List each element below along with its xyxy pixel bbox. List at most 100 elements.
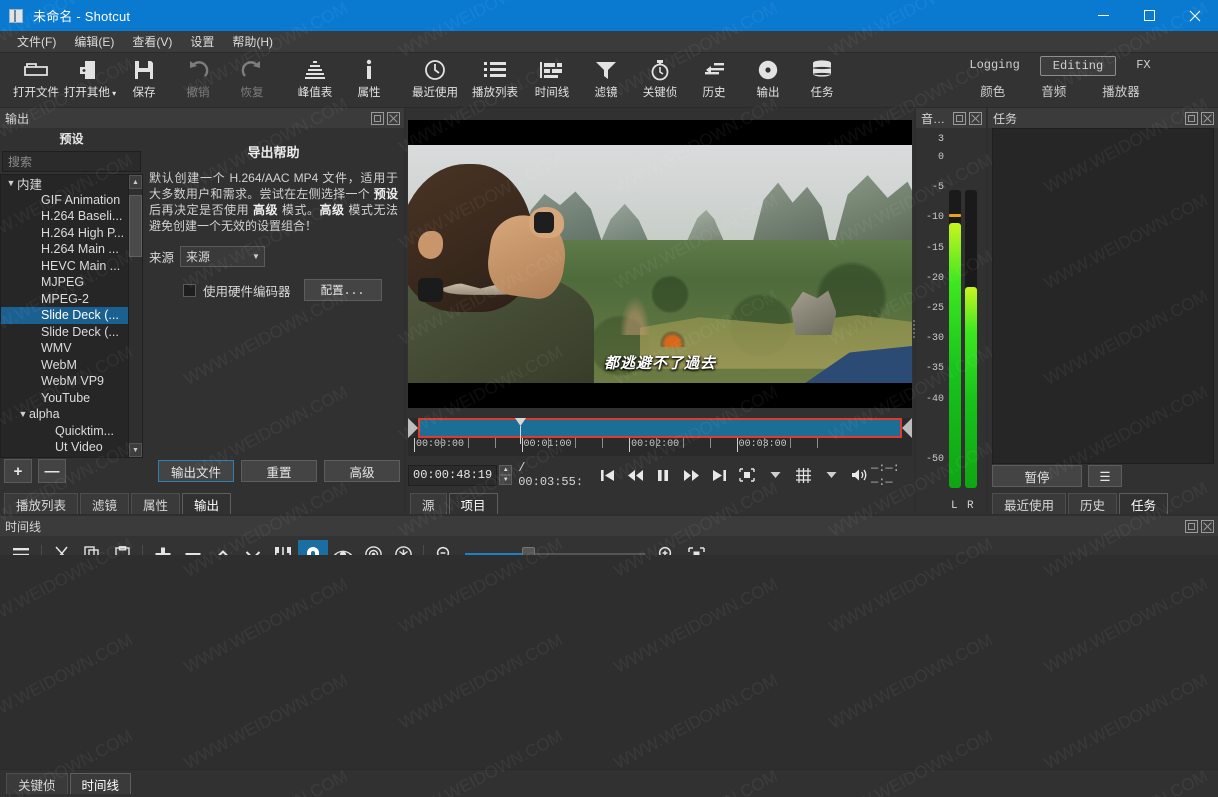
tab-export[interactable]: 输出: [182, 493, 231, 514]
float-icon[interactable]: [1185, 112, 1198, 125]
layout-fx[interactable]: FX: [1124, 56, 1162, 76]
toolbar-recent[interactable]: 最近使用: [405, 53, 465, 106]
chevron-down-icon[interactable]: ▼: [5, 178, 17, 188]
configure-button[interactable]: 配置...: [304, 279, 382, 301]
grid-button[interactable]: [791, 464, 815, 486]
skip-next-button[interactable]: [707, 464, 731, 486]
source-select[interactable]: 来源 ▼: [180, 246, 265, 267]
preset-item[interactable]: ▼alpha: [1, 406, 128, 423]
jobs-list[interactable]: [992, 128, 1214, 464]
position-stepper[interactable]: ▲▼: [499, 465, 512, 486]
preset-item[interactable]: WMV: [1, 340, 128, 357]
toolbar-redo[interactable]: 恢复: [225, 53, 279, 106]
jobs-stop-button[interactable]: 暂停: [992, 465, 1082, 487]
hardware-encoder-checkbox[interactable]: [183, 284, 196, 297]
close-icon[interactable]: [387, 112, 400, 125]
tab-filters[interactable]: 滤镜: [80, 493, 129, 514]
preset-item[interactable]: Quicktim...: [1, 423, 128, 440]
current-position-field[interactable]: 00:00:48:19: [408, 465, 497, 486]
menu-edit[interactable]: 编辑(E): [65, 31, 123, 52]
preset-item[interactable]: ▼内建: [1, 175, 128, 192]
chevron-down-icon[interactable]: ▼: [17, 409, 29, 419]
layout-color[interactable]: 颜色: [966, 80, 1019, 101]
status-tab-timeline[interactable]: 时间线: [70, 773, 132, 794]
tab-project[interactable]: 项目: [449, 493, 498, 514]
preset-item[interactable]: MJPEG: [1, 274, 128, 291]
preset-scrollbar[interactable]: ▲ ▼: [128, 175, 142, 457]
pause-button[interactable]: [651, 464, 675, 486]
menu-view[interactable]: 查看(V): [123, 31, 181, 52]
toolbar-filters[interactable]: 滤镜: [579, 53, 633, 106]
skip-previous-button[interactable]: [595, 464, 619, 486]
scroll-down-icon[interactable]: ▼: [129, 443, 142, 457]
close-button[interactable]: [1172, 0, 1218, 31]
toolbar-undo[interactable]: 撤销: [171, 53, 225, 106]
toolbar-history[interactable]: 历史: [687, 53, 741, 106]
preset-item[interactable]: Slide Deck (...: [1, 307, 128, 324]
preset-item[interactable]: WebM VP9: [1, 373, 128, 390]
toolbar-save[interactable]: 保存: [117, 53, 171, 106]
close-icon[interactable]: [1201, 520, 1214, 533]
maximize-button[interactable]: [1126, 0, 1172, 31]
grid-menu-button[interactable]: [819, 464, 843, 486]
search-input[interactable]: 搜索: [2, 151, 141, 172]
scrollbar-thumb[interactable]: [129, 195, 142, 257]
preset-item[interactable]: YouTube: [1, 390, 128, 407]
float-icon[interactable]: [371, 112, 384, 125]
toolbar-open-other[interactable]: 打开其他 ▾: [63, 53, 117, 106]
status-tab-keyframes[interactable]: 关键侦: [6, 773, 68, 794]
preset-item[interactable]: H.264 Main ...: [1, 241, 128, 258]
fast-forward-button[interactable]: [679, 464, 703, 486]
preset-item[interactable]: Slide Deck (...: [1, 324, 128, 341]
toolbar-timeline[interactable]: 时间线: [525, 53, 579, 106]
float-icon[interactable]: [953, 112, 966, 125]
tab-jobs[interactable]: 任务: [1119, 493, 1168, 514]
advanced-button[interactable]: 高级: [324, 460, 400, 482]
player-scrub-bar[interactable]: 00:00:0000:01:0000:02:0000:03:00: [408, 418, 912, 456]
preset-item[interactable]: GIF Animation: [1, 192, 128, 209]
timeline-tracks-area[interactable]: [0, 555, 1218, 769]
scrub-selection[interactable]: [418, 418, 902, 438]
preset-tree[interactable]: ▼内建GIF AnimationH.264 Baseli...H.264 Hig…: [1, 175, 128, 457]
layout-logging[interactable]: Logging: [957, 56, 1031, 76]
zoom-menu-button[interactable]: [763, 464, 787, 486]
preset-item[interactable]: WebM: [1, 357, 128, 374]
jobs-menu-button[interactable]: ☰: [1088, 465, 1122, 487]
volume-button[interactable]: [847, 464, 871, 486]
trim-in-handle[interactable]: [408, 418, 418, 438]
toolbar-playlist[interactable]: 播放列表: [465, 53, 525, 106]
preset-item[interactable]: HEVC Main ...: [1, 258, 128, 275]
preset-item[interactable]: H.264 Baseli...: [1, 208, 128, 225]
zoom-level-button[interactable]: [735, 464, 759, 486]
scroll-up-icon[interactable]: ▲: [129, 175, 142, 189]
preset-item[interactable]: MPEG-2: [1, 291, 128, 308]
layout-editing[interactable]: Editing: [1040, 56, 1116, 76]
tab-source[interactable]: 源: [410, 493, 447, 514]
tab-playlist[interactable]: 播放列表: [4, 493, 78, 514]
layout-player[interactable]: 播放器: [1088, 80, 1154, 101]
rewind-button[interactable]: [623, 464, 647, 486]
close-icon[interactable]: [969, 112, 982, 125]
toolbar-export[interactable]: 输出: [741, 53, 795, 106]
toolbar-keyframes[interactable]: 关键侦: [633, 53, 687, 106]
preset-item[interactable]: Ut Video: [1, 439, 128, 456]
toolbar-jobs[interactable]: 任务: [795, 53, 849, 106]
tab-history[interactable]: 历史: [1068, 493, 1117, 514]
tab-recent[interactable]: 最近使用: [992, 493, 1066, 514]
minimize-button[interactable]: [1080, 0, 1126, 31]
layout-audio[interactable]: 音频: [1027, 80, 1080, 101]
trim-out-handle[interactable]: [902, 418, 912, 438]
menu-file[interactable]: 文件(F): [8, 31, 65, 52]
toolbar-open-file[interactable]: 打开文件: [9, 53, 63, 106]
close-icon[interactable]: [1201, 112, 1214, 125]
tab-properties[interactable]: 属性: [131, 493, 180, 514]
export-file-button[interactable]: 输出文件: [158, 460, 234, 482]
preset-item[interactable]: H.264 High P...: [1, 225, 128, 242]
toolbar-properties[interactable]: 属性: [342, 53, 396, 106]
video-preview[interactable]: 都逃避不了過去: [408, 120, 912, 408]
float-icon[interactable]: [1185, 520, 1198, 533]
reset-button[interactable]: 重置: [241, 460, 317, 482]
menu-settings[interactable]: 设置: [181, 31, 223, 52]
remove-preset-button[interactable]: —: [38, 459, 66, 483]
toolbar-peak-meter[interactable]: 峰值表: [288, 53, 342, 106]
